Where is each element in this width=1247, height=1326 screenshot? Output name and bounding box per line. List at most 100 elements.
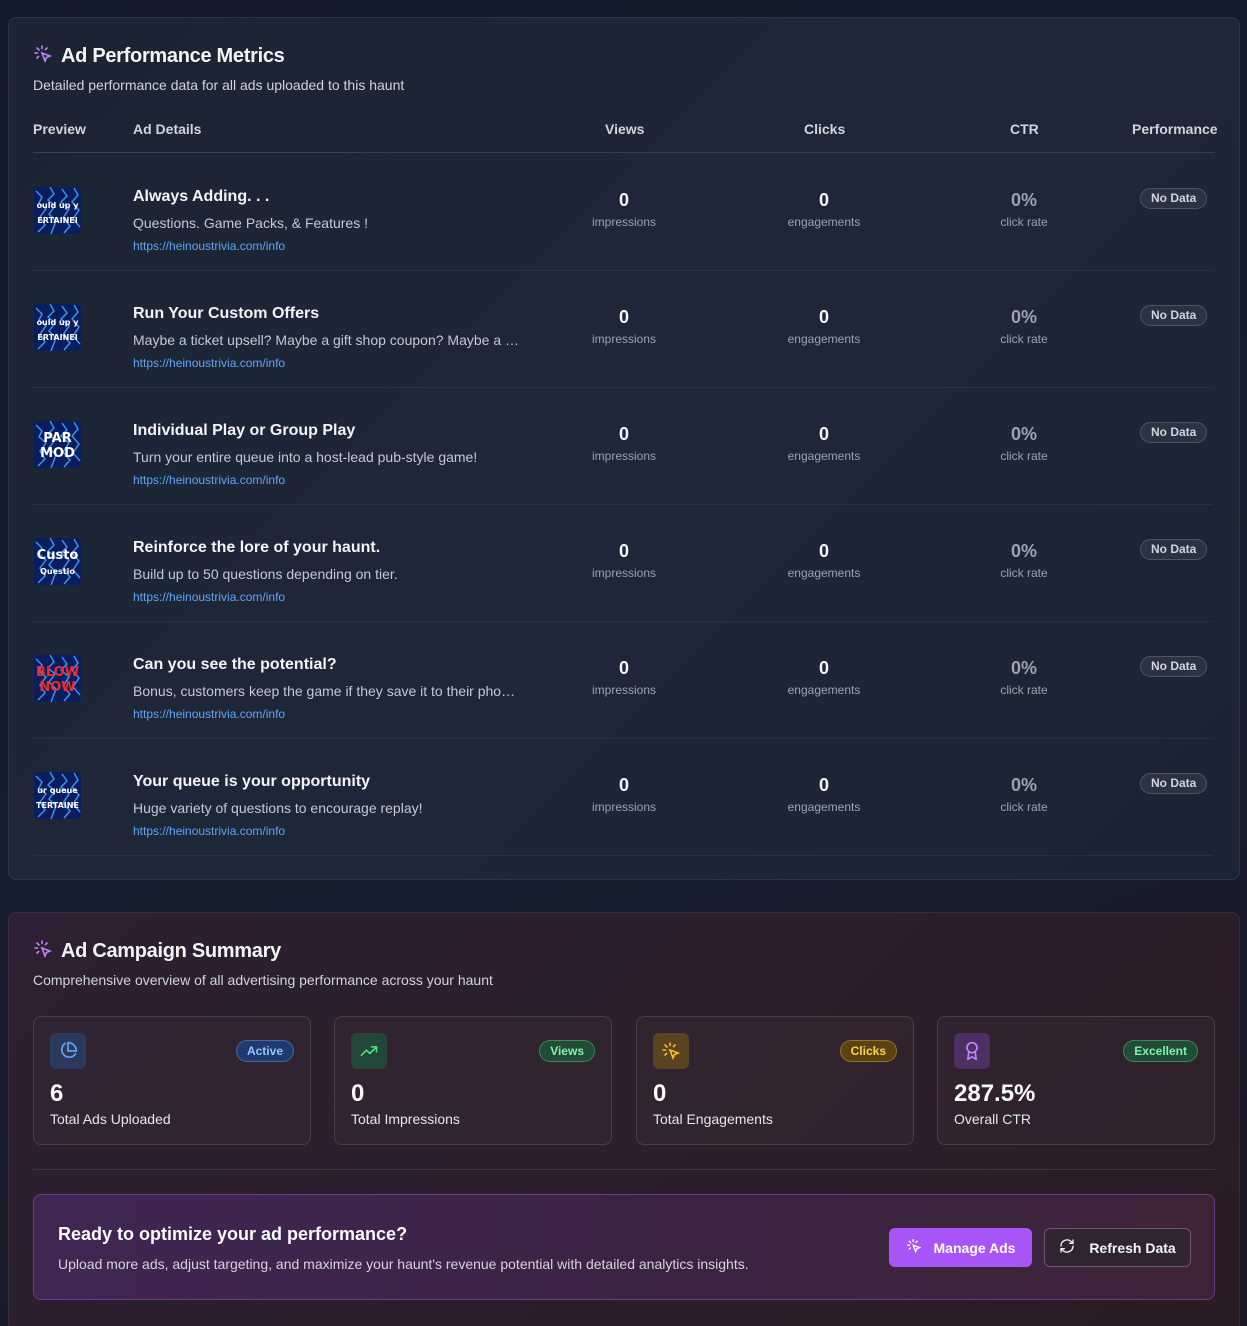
ad-thumbnail[interactable]: Custo Questio bbox=[34, 538, 81, 585]
ad-thumbnail[interactable]: BLOW NOW bbox=[34, 655, 81, 702]
award-icon bbox=[954, 1033, 990, 1069]
refresh-data-label: Refresh Data bbox=[1089, 1239, 1176, 1256]
ad-thumbnail[interactable]: ould up y ERTAINEI bbox=[34, 187, 81, 234]
manage-ads-label: Manage Ads bbox=[933, 1239, 1016, 1256]
thumbnail-caption: PAR bbox=[43, 431, 71, 446]
views-value: 0 bbox=[618, 307, 629, 327]
thumbnail-caption: Questio bbox=[40, 567, 75, 576]
views-metric: 0 impressions bbox=[554, 424, 694, 463]
column-views: Views bbox=[605, 121, 645, 137]
clicks-unit: engagements bbox=[787, 215, 861, 229]
thumbnail-caption: ould up y bbox=[37, 318, 80, 327]
stat-value-total-impressions: 0 bbox=[351, 1080, 365, 1107]
stat-card-total-ads: Active 6 Total Ads Uploaded bbox=[33, 1016, 311, 1145]
metrics-subtitle: Detailed performance data for all ads up… bbox=[33, 77, 405, 93]
ctr-metric: 0% click rate bbox=[954, 424, 1094, 463]
views-unit: impressions bbox=[591, 683, 657, 697]
clicks-value: 0 bbox=[818, 190, 829, 210]
ctr-unit: click rate bbox=[1000, 800, 1048, 814]
views-metric: 0 impressions bbox=[554, 658, 694, 697]
ad-link[interactable]: https://heinoustrivia.com/info bbox=[133, 239, 285, 253]
ctr-metric: 0% click rate bbox=[954, 658, 1094, 697]
ad-link[interactable]: https://heinoustrivia.com/info bbox=[133, 707, 285, 721]
ctr-unit: click rate bbox=[1000, 683, 1048, 697]
ad-thumbnail[interactable]: ur queue TERTAINE bbox=[34, 772, 81, 819]
views-value: 0 bbox=[618, 424, 629, 444]
ctr-metric: 0% click rate bbox=[954, 190, 1094, 229]
ctr-unit: click rate bbox=[1000, 566, 1048, 580]
cta-heading: Ready to optimize your ad performance? bbox=[58, 1224, 408, 1244]
clicks-metric: 0 engagements bbox=[754, 775, 894, 814]
stat-value-total-ads: 6 bbox=[50, 1080, 64, 1107]
summary-title: Ad Campaign Summary bbox=[61, 940, 281, 962]
refresh-data-button[interactable]: Refresh Data bbox=[1044, 1228, 1191, 1267]
stat-value-total-engagements: 0 bbox=[653, 1080, 667, 1107]
views-metric: 0 impressions bbox=[554, 775, 694, 814]
pie-chart-icon bbox=[50, 1033, 86, 1069]
ad-title: Your queue is your opportunity bbox=[133, 773, 371, 790]
ctr-unit: click rate bbox=[1000, 332, 1048, 346]
status-badge-clicks: Clicks bbox=[839, 1040, 897, 1062]
stat-card-total-engagements: Clicks 0 Total Engagements bbox=[636, 1016, 914, 1145]
table-row: ould up y ERTAINEI Always Adding. . . Qu… bbox=[33, 154, 1213, 271]
table-row: PAR MOD Individual Play or Group Play Tu… bbox=[33, 388, 1213, 505]
thumbnail-caption: NOW bbox=[39, 680, 75, 695]
thumbnail-caption: BLOW bbox=[36, 665, 79, 680]
views-value: 0 bbox=[618, 775, 629, 795]
status-badge-excellent: Excellent bbox=[1123, 1040, 1198, 1062]
views-metric: 0 impressions bbox=[554, 190, 694, 229]
ad-link[interactable]: https://heinoustrivia.com/info bbox=[133, 356, 285, 370]
ad-title: Reinforce the lore of your haunt. bbox=[133, 539, 381, 556]
table-row: ould up y ERTAINEI Run Your Custom Offer… bbox=[33, 271, 1213, 388]
views-unit: impressions bbox=[591, 566, 657, 580]
stat-card-total-impressions: Views 0 Total Impressions bbox=[334, 1016, 612, 1145]
thumbnail-caption: TERTAINE bbox=[36, 801, 79, 810]
performance-badge: No Data bbox=[1140, 422, 1208, 443]
status-badge-views: Views bbox=[539, 1040, 595, 1062]
thumbnail-caption: ERTAINEI bbox=[37, 216, 77, 225]
stat-label-total-ads: Total Ads Uploaded bbox=[50, 1111, 171, 1127]
stat-card-overall-ctr: Excellent 287.5% Overall CTR bbox=[937, 1016, 1215, 1145]
table-row: Custo Questio Reinforce the lore of your… bbox=[33, 505, 1213, 622]
ad-title: Always Adding. . . bbox=[133, 188, 270, 205]
column-performance: Performance bbox=[1132, 121, 1218, 137]
ad-description: Turn your entire queue into a host-lead … bbox=[133, 449, 478, 465]
views-unit: impressions bbox=[591, 800, 657, 814]
views-unit: impressions bbox=[591, 332, 657, 346]
column-ctr: CTR bbox=[1010, 121, 1039, 137]
trending-up-icon bbox=[351, 1033, 387, 1069]
ad-thumbnail[interactable]: PAR MOD bbox=[34, 421, 81, 468]
sparkle-pointer-icon bbox=[33, 44, 53, 69]
summary-header: Ad Campaign Summary bbox=[33, 939, 281, 964]
pointer-click-icon bbox=[653, 1033, 689, 1069]
ad-link[interactable]: https://heinoustrivia.com/info bbox=[133, 473, 285, 487]
clicks-metric: 0 engagements bbox=[754, 190, 894, 229]
ctr-value: 0% bbox=[1010, 541, 1037, 561]
performance-badge: No Data bbox=[1140, 305, 1208, 326]
ad-performance-metrics-card: Ad Performance Metrics Detailed performa… bbox=[8, 17, 1240, 880]
ad-title: Run Your Custom Offers bbox=[133, 305, 320, 322]
table-row: BLOW NOW Can you see the potential? Bonu… bbox=[33, 622, 1213, 739]
sparkle-pointer-icon bbox=[906, 1238, 922, 1257]
views-value: 0 bbox=[618, 190, 629, 210]
ad-link[interactable]: https://heinoustrivia.com/info bbox=[133, 590, 285, 604]
refresh-icon bbox=[1059, 1238, 1075, 1257]
manage-ads-button[interactable]: Manage Ads bbox=[889, 1228, 1032, 1267]
ad-description: Questions. Game Packs, & Features ! bbox=[133, 215, 368, 231]
clicks-value: 0 bbox=[818, 307, 829, 327]
column-ad-details: Ad Details bbox=[133, 121, 202, 137]
ctr-unit: click rate bbox=[1000, 215, 1048, 229]
section-divider bbox=[33, 1169, 1215, 1170]
ctr-metric: 0% click rate bbox=[954, 775, 1094, 814]
cta-text: Upload more ads, adjust targeting, and m… bbox=[58, 1256, 749, 1272]
clicks-metric: 0 engagements bbox=[754, 307, 894, 346]
clicks-unit: engagements bbox=[787, 332, 861, 346]
ad-thumbnail[interactable]: ould up y ERTAINEI bbox=[34, 304, 81, 351]
ad-link[interactable]: https://heinoustrivia.com/info bbox=[133, 824, 285, 838]
ad-campaign-summary-card: Ad Campaign Summary Comprehensive overvi… bbox=[8, 912, 1240, 1326]
clicks-unit: engagements bbox=[787, 683, 861, 697]
ad-description: Bonus, customers keep the game if they s… bbox=[133, 683, 516, 699]
metrics-table-header: Preview Ad Details Views Clicks CTR Perf… bbox=[33, 116, 1218, 153]
stat-label-total-impressions: Total Impressions bbox=[351, 1111, 460, 1127]
clicks-unit: engagements bbox=[787, 800, 861, 814]
